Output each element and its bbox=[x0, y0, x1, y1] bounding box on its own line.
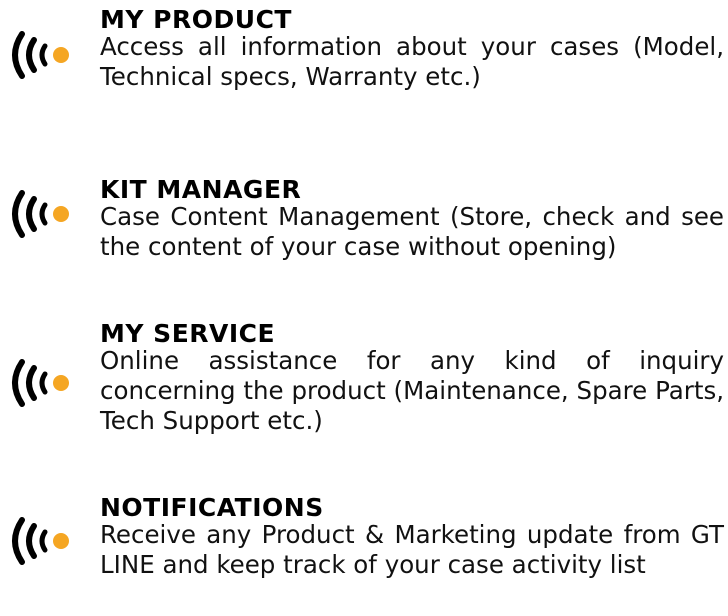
wireless-signal-icon bbox=[12, 190, 69, 238]
feature-title: KIT MANAGER bbox=[100, 175, 302, 204]
feature-my-product: MY PRODUCT Access all information about … bbox=[0, 6, 728, 106]
feature-notifications: NOTIFICATIONS Receive any Product & Mark… bbox=[0, 494, 728, 614]
wireless-signal-icon bbox=[12, 359, 69, 407]
feature-title: NOTIFICATIONS bbox=[100, 493, 324, 522]
feature-title: MY PRODUCT bbox=[100, 5, 292, 34]
feature-description: Online assistance for any kind of inquir… bbox=[100, 346, 724, 435]
feature-kit-manager: KIT MANAGER Case Content Management (Sto… bbox=[0, 176, 728, 296]
feature-description: Receive any Product & Marketing update f… bbox=[100, 520, 724, 579]
feature-description: Access all information about your cases … bbox=[100, 32, 724, 91]
feature-description: Case Content Management (Store, check an… bbox=[100, 202, 724, 261]
wireless-signal-icon bbox=[12, 517, 69, 565]
wireless-signal-icon bbox=[12, 31, 69, 79]
feature-title: MY SERVICE bbox=[100, 319, 276, 348]
feature-my-service: MY SERVICE Online assistance for any kin… bbox=[0, 320, 728, 440]
